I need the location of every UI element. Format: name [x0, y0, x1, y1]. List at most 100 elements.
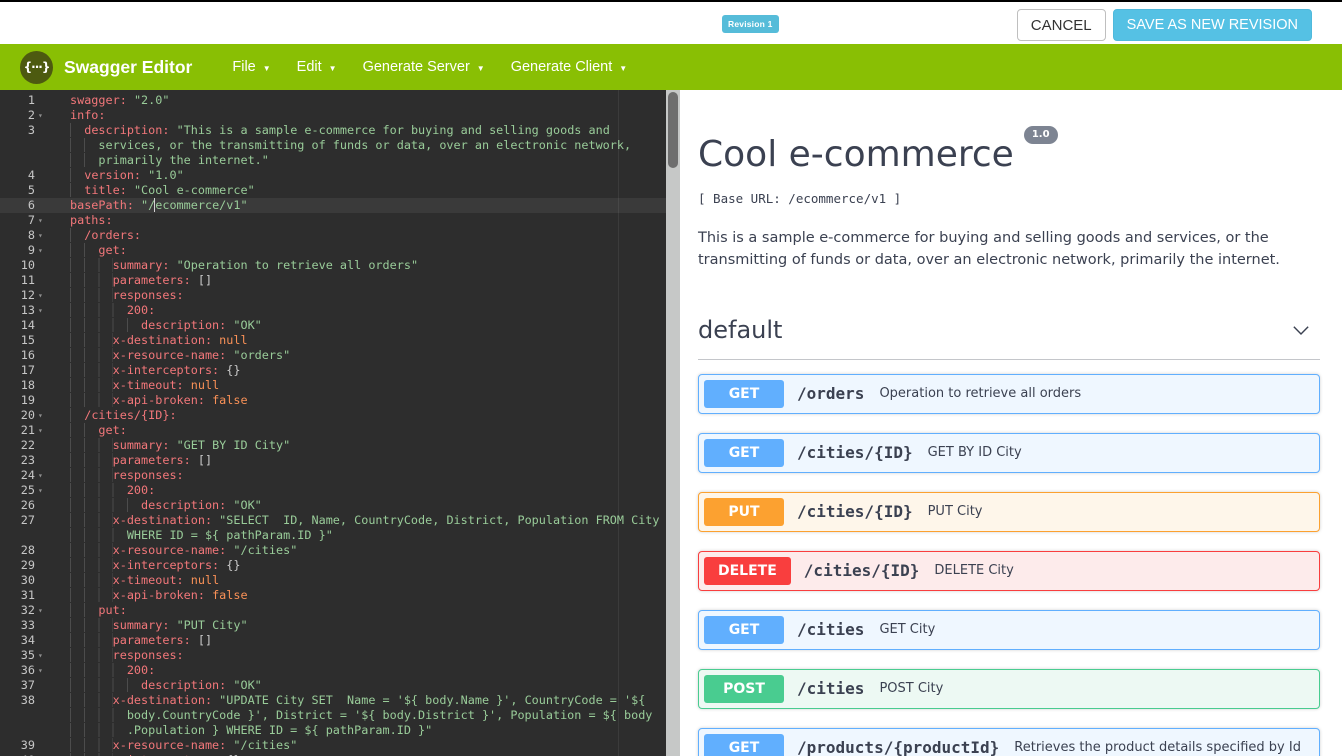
code-line[interactable]: 37 description: "OK" — [0, 678, 666, 693]
operation-path: /cities/{ID} — [797, 443, 913, 463]
menu-edit[interactable]: Edit ▼ — [297, 59, 337, 75]
code-line[interactable]: 12 ▾ responses: — [0, 288, 666, 303]
code-line[interactable]: body.CountryCode }', District = '${ body… — [0, 708, 666, 723]
code-text: parameters: [] — [48, 273, 666, 288]
code-line[interactable]: 9 ▾ get: — [0, 243, 666, 258]
line-number: 8 — [27, 228, 35, 242]
code-line[interactable]: 22 summary: "GET BY ID City" — [0, 438, 666, 453]
fold-arrow-icon[interactable]: ▾ — [38, 228, 43, 243]
code-line[interactable]: 8 ▾ /orders: — [0, 228, 666, 243]
yaml-editor[interactable]: 1 swagger: "2.0" 2 ▾ info: 3 description: "Th… — [0, 90, 666, 756]
editor-scrollbar[interactable] — [666, 90, 680, 756]
code-line[interactable]: 32 ▾ put: — [0, 603, 666, 618]
line-number: 27 — [20, 513, 35, 527]
code-line[interactable]: 34 parameters: [] — [0, 633, 666, 648]
code-line[interactable]: 18 x-timeout: null — [0, 378, 666, 393]
code-line[interactable]: 35 ▾ responses: — [0, 648, 666, 663]
code-line[interactable]: 31 x-api-broken: false — [0, 588, 666, 603]
fold-arrow-icon[interactable]: ▾ — [38, 303, 43, 318]
operation-row[interactable]: GET/products/{productId} Retrieves the pr… — [698, 727, 1320, 756]
menu-label: Generate Server — [362, 59, 470, 75]
api-docs-panel: Cool e-commerce 1.0 [ Base URL: /ecommerc… — [680, 90, 1342, 756]
operation-row[interactable]: PUT/cities/{ID} PUT City — [698, 491, 1320, 532]
code-line[interactable]: 5 title: "Cool e-commerce" — [0, 183, 666, 198]
line-number: 24 — [20, 468, 35, 482]
code-text: swagger: "2.0" — [70, 93, 170, 107]
menu-generate-server[interactable]: Generate Server ▼ — [363, 59, 485, 75]
code-line[interactable]: 20 ▾ /cities/{ID}: — [0, 408, 666, 423]
fold-arrow-icon[interactable]: ▾ — [38, 483, 43, 498]
code-line[interactable]: 16 x-resource-name: "orders" — [0, 348, 666, 363]
code-line[interactable]: 25 ▾ 200: — [0, 483, 666, 498]
code-line[interactable]: 33 summary: "PUT City" — [0, 618, 666, 633]
line-number: 30 — [20, 573, 35, 587]
code-text: x-resource-name: "/cities" — [48, 738, 666, 753]
code-line[interactable]: 23 parameters: [] — [0, 453, 666, 468]
operation-row[interactable]: GET/orders Operation to retrieve all orde… — [698, 373, 1320, 414]
code-line[interactable]: 29 x-interceptors: {} — [0, 558, 666, 573]
cancel-button[interactable]: CANCEL — [1016, 9, 1106, 41]
code-line[interactable]: 11 parameters: [] — [0, 273, 666, 288]
chevron-down-icon[interactable] — [1290, 319, 1312, 341]
code-line[interactable]: 13 ▾ 200: — [0, 303, 666, 318]
line-gutter: 10 — [0, 258, 48, 273]
code-line[interactable]: 1 swagger: "2.0" — [0, 93, 666, 108]
code-line[interactable]: WHERE ID = ${ pathParam.ID }" — [0, 528, 666, 543]
code-line[interactable]: 2 ▾ info: — [0, 108, 666, 123]
code-text: x-interceptors: {} — [48, 558, 666, 573]
line-gutter — [0, 153, 48, 168]
editor-scrollbar-thumb[interactable] — [668, 92, 678, 168]
operation-row[interactable]: POST/cities POST City — [698, 668, 1320, 709]
line-number: 28 — [20, 543, 35, 557]
code-line[interactable]: 26 description: "OK" — [0, 498, 666, 513]
line-number: 13 — [20, 303, 35, 317]
fold-arrow-icon[interactable]: ▾ — [38, 423, 43, 438]
fold-arrow-icon[interactable]: ▾ — [38, 243, 43, 258]
code-text: x-timeout: null — [48, 378, 666, 393]
navbar-menus: File ▼ Edit ▼ Generate Server ▼ Generate Clien… — [232, 59, 627, 75]
code-line[interactable]: 28 x-resource-name: "/cities" — [0, 543, 666, 558]
code-text: put: — [48, 603, 666, 618]
menu-generate-client[interactable]: Generate Client ▼ — [511, 59, 627, 75]
code-line[interactable]: 38 x-destination: "UPDATE City SET Name … — [0, 693, 666, 708]
line-gutter: 6 — [0, 198, 48, 213]
operation-summary: Retrieves the product details specified … — [1014, 740, 1301, 756]
code-line[interactable]: 30 x-timeout: null — [0, 573, 666, 588]
code-text: summary: "GET BY ID City" — [48, 438, 666, 453]
fold-arrow-icon[interactable]: ▾ — [38, 408, 43, 423]
line-number: 21 — [20, 423, 35, 437]
fold-arrow-icon[interactable]: ▾ — [38, 288, 43, 303]
tag-header[interactable]: default — [698, 316, 1320, 360]
fold-arrow-icon[interactable]: ▾ — [38, 603, 43, 618]
code-line[interactable]: 27 x-destination: "SELECT ID, Name, Coun… — [0, 513, 666, 528]
caret-down-icon: ▼ — [619, 63, 628, 73]
code-line[interactable]: 36 ▾ 200: — [0, 663, 666, 678]
code-line[interactable]: 6 basePath: "/ecommerce/v1" — [0, 198, 666, 213]
save-as-new-revision-button[interactable]: SAVE AS NEW REVISION — [1112, 9, 1312, 41]
menu-file[interactable]: File ▼ — [232, 59, 270, 75]
code-line[interactable]: primarily the internet." — [0, 153, 666, 168]
fold-arrow-icon[interactable]: ▾ — [38, 648, 43, 663]
operation-row[interactable]: GET/cities GET City — [698, 609, 1320, 650]
code-line[interactable]: 10 summary: "Operation to retrieve all o… — [0, 258, 666, 273]
code-line[interactable]: .Population } WHERE ID = ${ pathParam.ID… — [0, 723, 666, 738]
code-line[interactable]: 17 x-interceptors: {} — [0, 363, 666, 378]
code-line[interactable]: 39 x-resource-name: "/cities" — [0, 738, 666, 753]
fold-arrow-icon[interactable]: ▾ — [38, 468, 43, 483]
fold-arrow-icon[interactable]: ▾ — [38, 213, 43, 228]
code-line[interactable]: 15 x-destination: null — [0, 333, 666, 348]
operation-row[interactable]: DELETE/cities/{ID} DELETE City — [698, 550, 1320, 591]
code-line[interactable]: 14 description: "OK" — [0, 318, 666, 333]
code-line[interactable]: services, or the transmitting of funds o… — [0, 138, 666, 153]
fold-arrow-icon[interactable]: ▾ — [38, 663, 43, 678]
fold-arrow-icon[interactable]: ▾ — [38, 108, 43, 123]
code-line[interactable]: 4 version: "1.0" — [0, 168, 666, 183]
menu-label: File — [232, 59, 256, 75]
code-text: WHERE ID = ${ pathParam.ID }" — [48, 528, 666, 543]
code-line[interactable]: 19 x-api-broken: false — [0, 393, 666, 408]
code-line[interactable]: 3 description: "This is a sample e-comme… — [0, 123, 666, 138]
operation-row[interactable]: GET/cities/{ID} GET BY ID City — [698, 432, 1320, 473]
code-line[interactable]: 7 ▾ paths: — [0, 213, 666, 228]
code-line[interactable]: 21 ▾ get: — [0, 423, 666, 438]
code-line[interactable]: 24 ▾ responses: — [0, 468, 666, 483]
